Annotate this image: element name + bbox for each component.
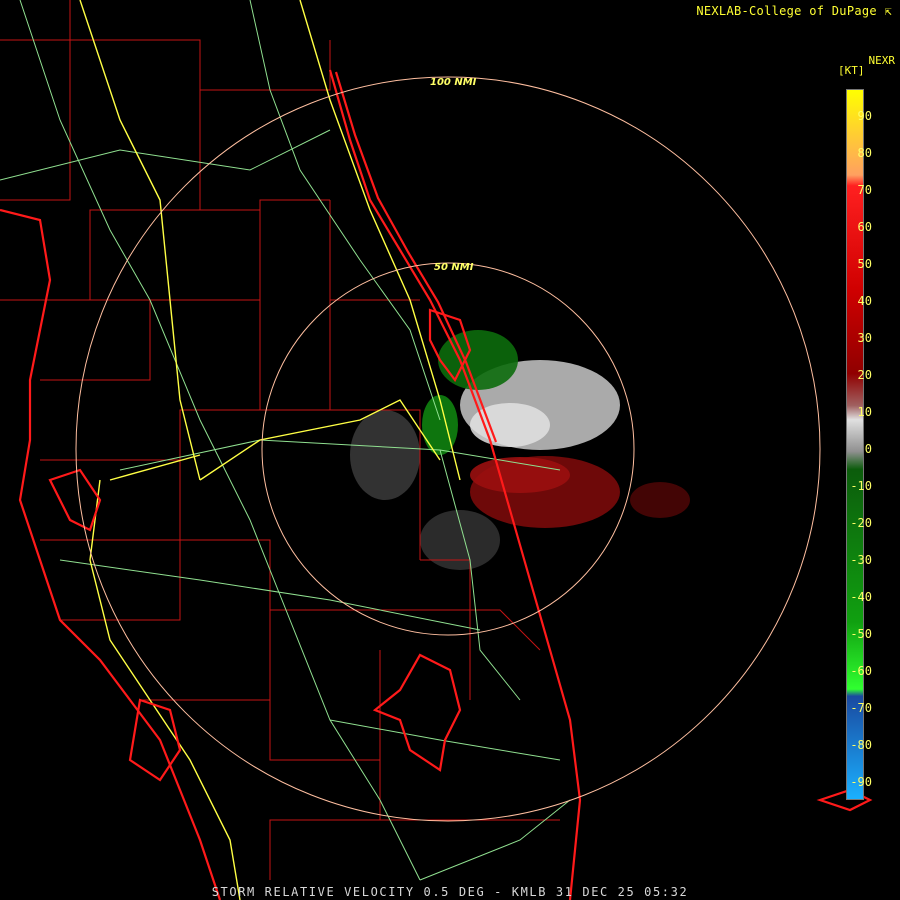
scattered-echo-south (420, 510, 500, 570)
near-zero-velocity-echo-core (470, 403, 550, 447)
legend-tick-label: -70 (850, 701, 872, 715)
scattered-echo-east (630, 482, 690, 518)
legend-tick-label: 20 (857, 368, 872, 382)
product-caption: STORM RELATIVE VELOCITY 0.5 DEG - KMLB 3… (211, 885, 689, 899)
cursor-arrow-icon: ⇱ (884, 4, 892, 18)
legend-tick-label: 80 (857, 146, 872, 160)
legend-tick-label: -60 (850, 664, 872, 678)
legend-unit-label: [KT] (838, 64, 865, 77)
legend-tick-label: -30 (850, 553, 872, 567)
legend-tick-label: -10 (850, 479, 872, 493)
legend-tick-label: -40 (850, 590, 872, 604)
legend-tick-label: 40 (857, 294, 872, 308)
legend-tick-label: 30 (857, 331, 872, 345)
credit-text: NEXLAB-College of DuPage (696, 4, 877, 18)
radar-map: 100 NMI 50 NMI (0, 0, 900, 900)
legend-tick-label: 10 (857, 405, 872, 419)
inbound-velocity-echo-2 (422, 395, 458, 455)
legend-tick-label: -50 (850, 627, 872, 641)
legend-tick-label: 50 (857, 257, 872, 271)
scattered-echo-west (350, 410, 420, 500)
legend-tick-label: 90 (857, 109, 872, 123)
legend-tick-label: 0 (864, 442, 872, 456)
legend-tick-label: -90 (850, 775, 872, 789)
credit-label: NEXLAB-College of DuPage ⇱ (696, 4, 892, 18)
legend-tick-label: 60 (857, 220, 872, 234)
legend-tick-label: 70 (857, 183, 872, 197)
range-ring-label-100: 100 NMI (430, 77, 477, 88)
legend-tick-label: -20 (850, 516, 872, 530)
legend-product-label: NEXR (868, 54, 896, 67)
legend-tick-label: -80 (850, 738, 872, 752)
outbound-velocity-echo-core (470, 457, 570, 493)
range-ring-label-50: 50 NMI (434, 262, 474, 273)
